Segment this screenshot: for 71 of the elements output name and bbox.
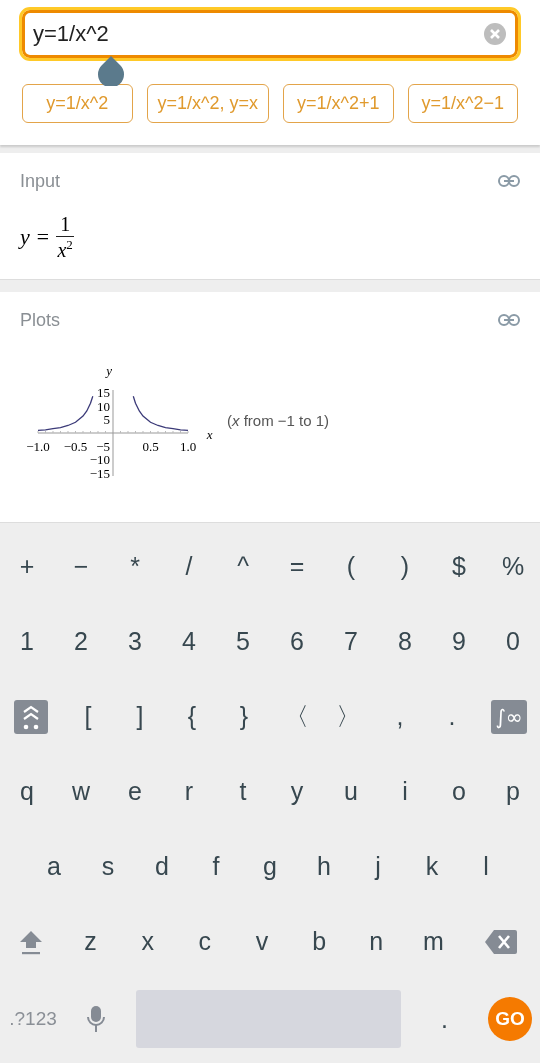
keyboard-key[interactable]: e [108,761,162,822]
tick-label: −1.0 [26,439,50,454]
tick-label: 0.5 [142,439,159,454]
keyboard-key[interactable]: i [378,761,432,822]
keyboard-key[interactable]: 〉 [322,686,374,747]
keyboard-key[interactable]: s [81,836,135,897]
keyboard-key[interactable]: j [351,836,405,897]
keyboard-key[interactable]: . [426,686,478,747]
keyboard-key[interactable]: v [233,911,291,972]
tick-label: 1.0 [179,439,197,454]
keyboard-key[interactable]: y [270,761,324,822]
keyboard-key[interactable]: o [432,761,486,822]
keyboard-key[interactable]: b [290,911,348,972]
keyboard-key[interactable]: q [0,761,54,822]
keyboard-key[interactable]: l [459,836,513,897]
keyboard-key[interactable]: , [374,686,426,747]
input-field[interactable]: y=1/x^2 [22,10,518,58]
axis-label: y [106,363,112,378]
keyboard-key[interactable]: z [62,911,120,972]
keyboard-key[interactable]: ) [378,536,432,597]
keyboard-key[interactable]: 4 [162,611,216,672]
keyboard-key[interactable]: % [486,536,540,597]
keyboard-key[interactable]: 9 [432,611,486,672]
keyboard-key[interactable]: r [162,761,216,822]
keyboard-key[interactable]: { [166,686,218,747]
tick-label: 5 [103,412,110,428]
tick-label: −10 [89,452,110,468]
keyboard-key[interactable]: c [176,911,234,972]
keyboard-key[interactable]: 6 [270,611,324,672]
keyboard-key[interactable]: . [401,989,488,1049]
keyboard-key[interactable]: ^ [216,536,270,597]
keyboard-key[interactable]: } [218,686,270,747]
keyboard-key[interactable]: $ [432,536,486,597]
tick-label: −15 [89,465,110,481]
keyboard-key[interactable]: f [189,836,243,897]
keyboard-key[interactable]: * [108,536,162,597]
section-title: Plots [20,309,61,331]
keyboard-key[interactable]: 2 [54,611,108,672]
keyboard-key[interactable]: = [270,536,324,597]
tick-label: −5 [96,438,110,454]
keyboard-key[interactable]: k [405,836,459,897]
tick-label: 10 [97,398,110,414]
keyboard-key[interactable]: n [347,911,405,972]
keyboard-key[interactable]: [ [62,686,114,747]
keyboard-key[interactable]: 0 [486,611,540,672]
keyboard-key[interactable]: + [0,536,54,597]
keyboard-key[interactable]: p [486,761,540,822]
keyboard-key[interactable]: 1 [0,611,54,672]
plot-caption: (x from −1 to 1) [227,411,330,429]
keyboard-key[interactable]: 8 [378,611,432,672]
keyboard-key[interactable]: d [135,836,189,897]
keyboard-key[interactable]: a [27,836,81,897]
tick-label: 15 [97,385,110,401]
keyboard-key[interactable]: t [216,761,270,822]
section-title: Input [20,170,61,192]
keyboard-key[interactable]: h [297,836,351,897]
keyboard-key[interactable]: ( [324,536,378,597]
keyboard-key[interactable]: ] [114,686,166,747]
axis-label: x [206,427,213,442]
keyboard-key[interactable]: g [243,836,297,897]
keyboard-key[interactable]: w [54,761,108,822]
keyboard-key[interactable]: u [324,761,378,822]
keyboard-key[interactable]: 〈 [270,686,322,747]
keyboard-key[interactable]: / [162,536,216,597]
keyboard-key[interactable]: − [54,536,108,597]
tick-label: −0.5 [63,439,88,454]
keyboard-key[interactable]: 3 [108,611,162,672]
keyboard-key[interactable]: x [119,911,177,972]
keyboard-key[interactable]: 5 [216,611,270,672]
keyboard-key[interactable]: 7 [324,611,378,672]
keyboard-key[interactable]: m [404,911,462,972]
